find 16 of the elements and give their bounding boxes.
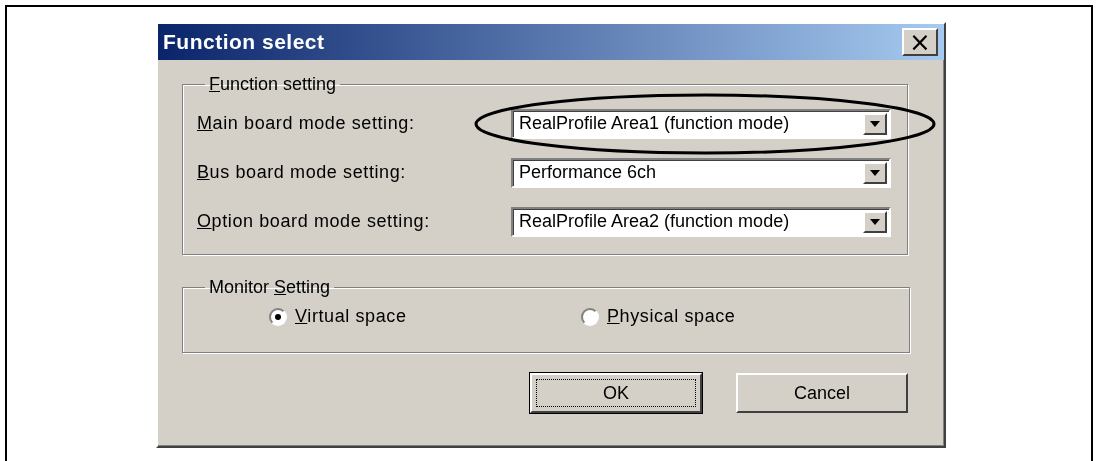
field-label: Main board mode setting:	[197, 113, 415, 134]
field-label: Bus board mode setting:	[197, 162, 406, 183]
cancel-button[interactable]: Cancel	[736, 373, 908, 413]
radio-button[interactable]	[581, 307, 599, 326]
radio-label[interactable]: Virtual space	[295, 306, 407, 327]
radio-label[interactable]: Physical space	[607, 306, 736, 327]
ok-button[interactable]: OK	[530, 373, 702, 413]
dropdown-field[interactable]: RealProfile Area2 (function mode)	[511, 206, 891, 237]
close-button[interactable]: ×	[902, 28, 938, 56]
dropdown-field[interactable]: Performance 6ch	[511, 157, 891, 188]
dropdown-field[interactable]: RealProfile Area1 (function mode)	[511, 108, 891, 139]
window-title: Function select	[163, 30, 325, 54]
group-title: Function setting	[208, 74, 338, 95]
group-title: Monitor Setting	[208, 277, 332, 298]
field-label: Option board mode setting:	[197, 211, 430, 232]
radio-button[interactable]	[269, 307, 287, 326]
